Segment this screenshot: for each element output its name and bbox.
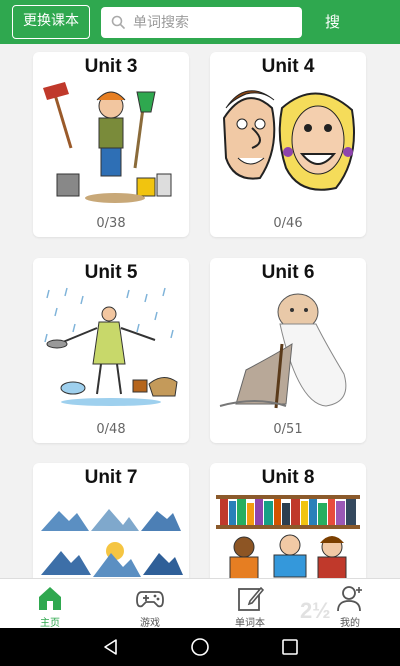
tab-label: 单词本: [235, 618, 265, 629]
couple-faces-illustration: [216, 78, 360, 208]
unit-card[interactable]: Unit 6 0/51: [210, 258, 366, 443]
notebook-edit-icon: [238, 586, 264, 611]
unit-card[interactable]: Unit 7: [33, 463, 189, 578]
unit-card[interactable]: Unit 4 0/46: [210, 52, 366, 237]
unit-title: Unit 5: [84, 262, 138, 283]
unit-title: Unit 8: [261, 467, 315, 488]
kids-reading-illustration: [216, 489, 360, 578]
word-progress: 0/46: [273, 216, 303, 231]
rain-leak-illustration: [39, 284, 183, 414]
unit-list[interactable]: Unit 3 0/38 Unit 4 0/46 Unit 5 0/48 Unit…: [0, 44, 400, 578]
unit-title: Unit 6: [261, 262, 315, 283]
mountains-illustration: [39, 489, 183, 578]
tab-games[interactable]: 游戏: [100, 579, 200, 629]
unit-title: Unit 7: [84, 467, 138, 488]
unit-card[interactable]: Unit 8: [210, 463, 366, 578]
home-icon: [39, 587, 61, 610]
search-icon: [111, 15, 125, 29]
search-input[interactable]: [133, 7, 293, 38]
tab-home[interactable]: 主页: [0, 579, 100, 629]
cleaning-lady-illustration: [39, 78, 183, 208]
change-textbook-button[interactable]: 更换课本: [12, 5, 90, 39]
tab-wordbook[interactable]: 单词本: [200, 579, 300, 629]
watermark: 2½: [300, 598, 331, 623]
gamepad-icon: [136, 591, 164, 608]
top-bar: 更换课本 搜 索: [0, 0, 400, 75]
unit-title: Unit 3: [84, 56, 138, 77]
word-progress: 0/51: [273, 422, 303, 437]
unit-card[interactable]: Unit 3 0/38: [33, 52, 189, 237]
word-progress: 0/48: [96, 422, 126, 437]
search-box[interactable]: [101, 7, 302, 38]
search-button[interactable]: 搜 索: [320, 0, 390, 75]
recents-icon[interactable]: [280, 637, 300, 657]
back-icon[interactable]: [101, 637, 121, 657]
unit-card[interactable]: Unit 5 0/48: [33, 258, 189, 443]
system-nav-bar: [0, 628, 400, 666]
word-progress: 0/38: [96, 216, 126, 231]
unit-title: Unit 4: [261, 56, 315, 77]
tab-label: 主页: [40, 618, 60, 629]
tab-label: 游戏: [140, 618, 160, 629]
old-man-illustration: [216, 284, 360, 414]
home-circle-icon[interactable]: [190, 637, 210, 657]
